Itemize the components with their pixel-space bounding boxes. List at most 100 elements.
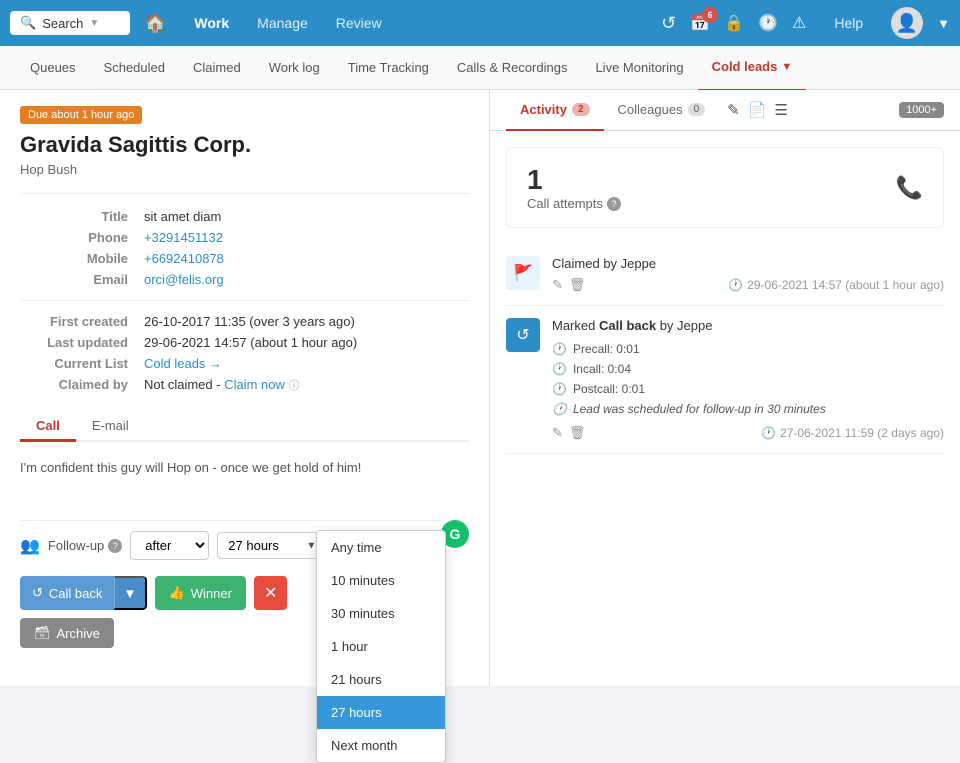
clock-sub-icon3: 🕐 xyxy=(552,382,567,396)
scheduled-item: 🕐 Lead was scheduled for follow-up in 30… xyxy=(552,399,944,419)
winner-icon: 👍 xyxy=(169,585,185,601)
mobile-label: Mobile xyxy=(20,248,140,269)
first-created-label: First created xyxy=(20,311,140,332)
precall-item: 🕐 Precall: 0:01 xyxy=(552,339,944,359)
dropdown-1-hour[interactable]: 1 hour xyxy=(317,630,445,663)
subnav-calls[interactable]: Calls & Recordings xyxy=(443,46,582,90)
clock-icon[interactable]: 🕐 xyxy=(758,13,778,33)
followup-help[interactable]: ? xyxy=(108,539,122,553)
nav-manage[interactable]: Manage xyxy=(243,15,322,31)
search-label: Search xyxy=(42,16,83,31)
delete-activity-icon[interactable]: 🗑 xyxy=(569,277,586,293)
email-value[interactable]: orci@felis.org xyxy=(144,272,224,287)
list-icon[interactable]: ☰ xyxy=(774,101,787,119)
subnav-timetracking[interactable]: Time Tracking xyxy=(334,46,443,90)
contact-name: Hop Bush xyxy=(20,162,469,177)
subnav-worklog[interactable]: Work log xyxy=(255,46,334,90)
dropdown-any-time[interactable]: Any time xyxy=(317,531,445,564)
subnav-coldleads[interactable]: Cold leads ▼ xyxy=(698,45,807,91)
call-attempts-help[interactable]: ? xyxy=(607,197,621,211)
avatar-caret[interactable]: ▼ xyxy=(937,16,950,31)
search-box[interactable]: 🔍 Search ▼ xyxy=(10,11,130,35)
clock-icon-small: 🕐 xyxy=(728,278,743,292)
activity-item-callback: ↺ Marked Call back by Jeppe 🕐 Precall: 0… xyxy=(506,306,944,454)
time-select[interactable]: Any time 10 minutes 30 minutes 1 hour 21… xyxy=(217,532,324,559)
call-label: Call attempts ? xyxy=(527,196,621,211)
archive-icon: 🗃 xyxy=(34,625,51,641)
current-list-label: Current List xyxy=(20,353,140,374)
notes-area: I'm confident this guy will Hop on - onc… xyxy=(20,452,469,512)
nav-work[interactable]: Work xyxy=(180,15,243,31)
dropdown-30-minutes[interactable]: 30 minutes xyxy=(317,597,445,630)
tab-call[interactable]: Call xyxy=(20,412,76,442)
archive-button[interactable]: 🗃 Archive xyxy=(20,618,114,648)
help-link[interactable]: Help xyxy=(820,15,877,31)
users-icon: 👥 xyxy=(20,536,40,556)
subnav-scheduled[interactable]: Scheduled xyxy=(90,46,179,90)
coldleads-caret[interactable]: ▼ xyxy=(781,45,792,89)
activity-actions-callback: ✎ 🗑 xyxy=(552,425,585,441)
colleagues-badge: 0 xyxy=(688,103,706,116)
dropdown-10-minutes[interactable]: 10 minutes xyxy=(317,564,445,597)
delete-callback-icon[interactable]: 🗑 xyxy=(569,425,586,441)
activity-item-claimed: 🚩 Claimed by Jeppe ✎ 🗑 🕐 29-06-2021 xyxy=(506,244,944,306)
incall-item: 🕐 Incall: 0:04 xyxy=(552,359,944,379)
tab-email[interactable]: E-mail xyxy=(76,412,145,442)
subnav-livemonitoring[interactable]: Live Monitoring xyxy=(581,46,697,90)
dropdown-21-hours[interactable]: 21 hours xyxy=(317,663,445,686)
history-icon[interactable]: ↺ xyxy=(661,13,676,34)
followup-label: Follow-up ? xyxy=(48,538,122,553)
nav-review[interactable]: Review xyxy=(322,15,396,31)
mobile-value[interactable]: +6692410878 xyxy=(144,251,224,266)
activity-title-callback: Marked Call back by Jeppe xyxy=(552,318,944,333)
due-badge: Due about 1 hour ago xyxy=(20,106,142,124)
right-panel: Activity 2 Colleagues 0 ✎ 📄 ☰ 1000+ 1 Ca… xyxy=(490,90,960,686)
claimed-by-label: Claimed by xyxy=(20,374,140,396)
activity-actions-claimed: ✎ 🗑 xyxy=(552,277,585,293)
clock-sub-icon2: 🕐 xyxy=(552,362,567,376)
edit-icon[interactable]: ✎ xyxy=(727,101,740,119)
warning-icon[interactable]: ⚠ xyxy=(792,13,806,33)
document-icon[interactable]: 📄 xyxy=(748,101,767,119)
subnav-claimed[interactable]: Claimed xyxy=(179,46,255,90)
current-list-value[interactable]: Cold leads → xyxy=(144,356,222,371)
lock-icon[interactable]: 🔒 xyxy=(724,13,744,33)
nav-icons: ↺ 📅 6 🔒 🕐 ⚠ Help 👤 ▼ xyxy=(661,7,950,39)
activity-title-claimed: Claimed by Jeppe xyxy=(552,256,944,271)
followup-after-select[interactable]: after before xyxy=(130,531,209,560)
call-attempts-box: 1 Call attempts ? 📞 xyxy=(506,147,944,228)
activity-content-claimed: Claimed by Jeppe ✎ 🗑 🕐 29-06-2021 14:57 … xyxy=(552,256,944,293)
refresh-icon: ↺ xyxy=(506,318,540,352)
tab-colleagues[interactable]: Colleagues 0 xyxy=(604,90,720,131)
phone-icon: 📞 xyxy=(896,175,923,201)
postcall-item: 🕐 Postcall: 0:01 xyxy=(552,379,944,399)
winner-button[interactable]: 👍 Winner xyxy=(155,576,246,610)
activity-content-callback: Marked Call back by Jeppe 🕐 Precall: 0:0… xyxy=(552,318,944,441)
tab-activity[interactable]: Activity 2 xyxy=(506,90,604,131)
sub-navigation: Queues Scheduled Claimed Work log Time T… xyxy=(0,46,960,90)
claim-link[interactable]: Claim now xyxy=(224,377,288,392)
search-caret: ▼ xyxy=(89,18,99,29)
left-panel: Due about 1 hour ago Gravida Sagittis Co… xyxy=(0,90,490,686)
activity-feed: 🚩 Claimed by Jeppe ✎ 🗑 🕐 29-06-2021 xyxy=(490,244,960,454)
subnav-queues[interactable]: Queues xyxy=(16,46,90,90)
info-table: Title sit amet diam Phone +3291451132 Mo… xyxy=(20,206,469,290)
nav-home[interactable]: 🏠 xyxy=(130,13,180,34)
last-updated-value: 29-06-2021 14:57 (about 1 hour ago) xyxy=(140,332,469,353)
claimed-by-value: Not claimed xyxy=(144,377,213,392)
callback-button-group: ↺ Call back ▼ xyxy=(20,576,147,610)
phone-value[interactable]: +3291451132 xyxy=(144,230,223,245)
callback-main-button[interactable]: ↺ Call back xyxy=(20,576,114,610)
calendar-icon[interactable]: 📅 6 xyxy=(690,13,710,33)
avatar[interactable]: 👤 xyxy=(891,7,923,39)
search-icon: 🔍 xyxy=(20,15,36,31)
unknown-red-button[interactable]: ✕ xyxy=(254,576,287,610)
activity-tabs: Activity 2 Colleagues 0 ✎ 📄 ☰ 1000+ xyxy=(490,90,960,131)
top-navigation: 🔍 Search ▼ 🏠 Work Manage Review ↺ 📅 6 🔒 … xyxy=(0,0,960,46)
email-label: Email xyxy=(20,269,140,290)
edit-callback-icon[interactable]: ✎ xyxy=(552,425,563,441)
extra-info-table: First created 26-10-2017 11:35 (over 3 y… xyxy=(20,311,469,396)
time-dropdown: Any time 10 minutes 30 minutes 1 hour 21… xyxy=(316,530,446,686)
edit-activity-icon[interactable]: ✎ xyxy=(552,277,563,293)
callback-caret-button[interactable]: ▼ xyxy=(114,576,146,610)
